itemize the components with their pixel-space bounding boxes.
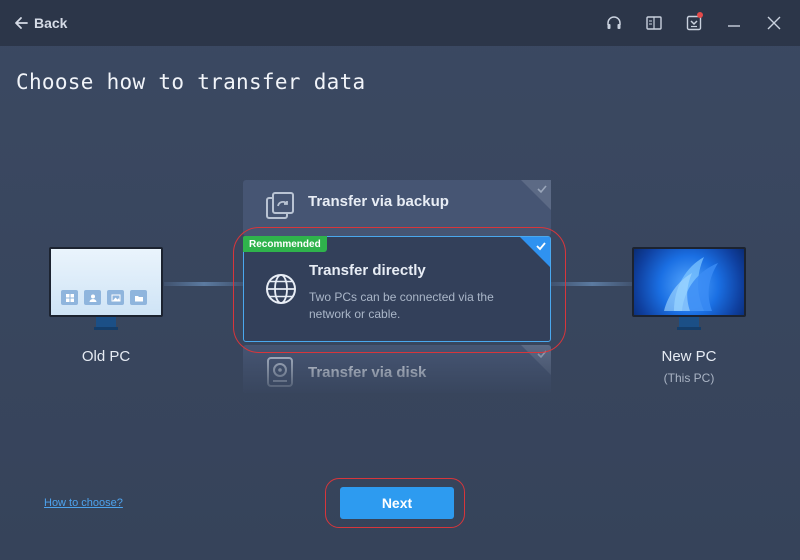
globe-icon (266, 274, 296, 304)
minimize-icon[interactable] (722, 11, 746, 35)
page-title: Choose how to transfer data (16, 70, 366, 94)
next-button[interactable]: Next (340, 487, 454, 519)
old-pc: Old PC (49, 247, 163, 365)
new-pc-monitor (632, 247, 746, 317)
option-direct-description: Two PCs can be connected via the network… (309, 290, 494, 321)
option-transfer-directly[interactable]: Recommended Transfer directly Two PCs ca… (243, 236, 551, 342)
folder-icon (130, 290, 147, 305)
title-bar: Back (0, 0, 800, 46)
option-transfer-via-backup[interactable]: Transfer via backup (243, 180, 551, 236)
user-icon (84, 290, 101, 305)
check-icon (537, 185, 547, 194)
back-button[interactable]: Back (14, 12, 67, 34)
recommended-badge: Recommended (243, 236, 327, 252)
connection-line-right (551, 282, 633, 286)
check-icon (537, 350, 547, 359)
connection-line-left (164, 282, 244, 286)
new-pc: New PC (This PC) (632, 247, 746, 385)
option-direct-title: Transfer directly (309, 262, 426, 279)
image-icon (107, 290, 124, 305)
option-transfer-via-disk[interactable]: Transfer via disk (243, 345, 551, 393)
book-icon[interactable] (642, 11, 666, 35)
headset-icon[interactable] (602, 11, 626, 35)
new-pc-sublabel: (This PC) (663, 371, 715, 385)
how-to-choose-link[interactable]: How to choose? (44, 497, 123, 509)
option-disk-title: Transfer via disk (308, 364, 427, 381)
close-icon[interactable] (762, 11, 786, 35)
download-icon[interactable] (682, 11, 706, 35)
old-pc-label: Old PC (81, 348, 131, 365)
windows-bloom-icon (664, 257, 718, 311)
back-arrow-icon (15, 17, 28, 29)
new-pc-label: New PC (661, 348, 717, 365)
windows-icon (61, 290, 78, 305)
check-icon (536, 242, 546, 251)
option-backup-title: Transfer via backup (308, 193, 449, 210)
old-pc-monitor (49, 247, 163, 317)
back-label: Back (34, 15, 68, 31)
notification-dot (697, 12, 703, 18)
backup-icon (266, 192, 294, 219)
disk-icon (267, 357, 293, 387)
